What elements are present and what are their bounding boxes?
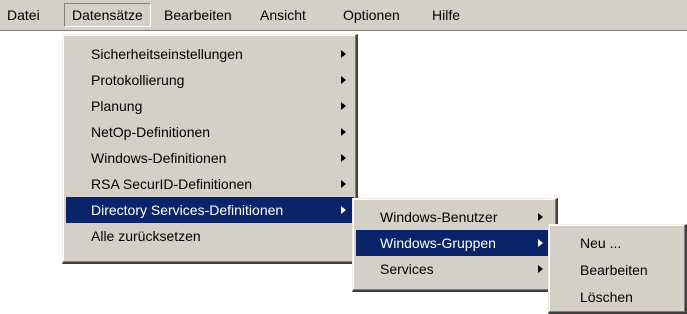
submenu-arrow-icon: [341, 128, 346, 136]
submenu-arrow-icon: [538, 265, 543, 273]
menu-item-rsa-securid-definitionen[interactable]: RSA SecurID-Definitionen: [66, 171, 354, 197]
menu-item-bearbeiten[interactable]: Bearbeiten: [552, 257, 683, 283]
menu-item-label: Planung: [91, 98, 143, 114]
menu-item-neu[interactable]: Neu ...: [552, 230, 683, 256]
menu-item-loeschen[interactable]: Löschen: [552, 284, 683, 310]
menu-item-label: Protokollierung: [91, 72, 185, 88]
menu-item-sicherheitseinstellungen[interactable]: Sicherheitseinstellungen: [66, 41, 354, 67]
menu-item-services[interactable]: Services: [356, 256, 554, 282]
directory-services-submenu: Windows-Benutzer Windows-Gruppen Service…: [352, 198, 558, 292]
submenu-arrow-icon: [341, 180, 346, 188]
menu-item-label: Services: [380, 261, 434, 277]
submenu-arrow-icon: [341, 102, 346, 110]
submenu-arrow-icon: [538, 239, 543, 247]
menu-optionen[interactable]: Optionen: [336, 3, 407, 27]
submenu-arrow-icon: [538, 213, 543, 221]
submenu-arrow-icon: [341, 76, 346, 84]
menu-datensaetze[interactable]: Datensätze: [64, 3, 151, 27]
menu-item-label: Windows-Benutzer: [380, 209, 498, 225]
menu-item-windows-definitionen[interactable]: Windows-Definitionen: [66, 145, 354, 171]
menu-item-label: RSA SecurID-Definitionen: [91, 176, 253, 192]
menu-item-label: Bearbeiten: [580, 262, 648, 278]
menu-bar: Datei Datensätze Bearbeiten Ansicht Opti…: [0, 0, 687, 31]
menu-item-label: NetOp-Definitionen: [91, 124, 211, 140]
submenu-arrow-icon: [341, 154, 346, 162]
datensaetze-dropdown: Sicherheitseinstellungen Protokollierung…: [62, 34, 358, 264]
menu-item-windows-benutzer[interactable]: Windows-Benutzer: [356, 204, 554, 230]
menu-item-windows-gruppen[interactable]: Windows-Gruppen: [356, 230, 554, 256]
windows-gruppen-submenu: Neu ... Bearbeiten Löschen: [548, 224, 687, 314]
submenu-arrow-icon: [341, 50, 346, 58]
menu-item-label: Alle zurücksetzen: [91, 228, 201, 244]
menu-item-label: Neu ...: [580, 235, 622, 251]
menu-ansicht[interactable]: Ansicht: [253, 3, 313, 27]
menu-item-protokollierung[interactable]: Protokollierung: [66, 67, 354, 93]
menu-item-label: Windows-Definitionen: [91, 150, 227, 166]
menu-item-alle-zuruecksetzen[interactable]: Alle zurücksetzen: [66, 223, 354, 249]
menu-item-label: Sicherheitseinstellungen: [91, 46, 243, 62]
menu-item-directory-services-definitionen[interactable]: Directory Services-Definitionen: [66, 197, 354, 223]
menu-item-label: Löschen: [580, 289, 633, 305]
menu-item-planung[interactable]: Planung: [66, 93, 354, 119]
menu-hilfe[interactable]: Hilfe: [425, 3, 467, 27]
menu-item-netop-definitionen[interactable]: NetOp-Definitionen: [66, 119, 354, 145]
menu-item-label: Windows-Gruppen: [380, 235, 496, 251]
menu-datei[interactable]: Datei: [0, 3, 47, 27]
submenu-arrow-icon: [341, 206, 346, 214]
menu-item-label: Directory Services-Definitionen: [91, 202, 284, 218]
menu-bearbeiten[interactable]: Bearbeiten: [157, 3, 239, 27]
